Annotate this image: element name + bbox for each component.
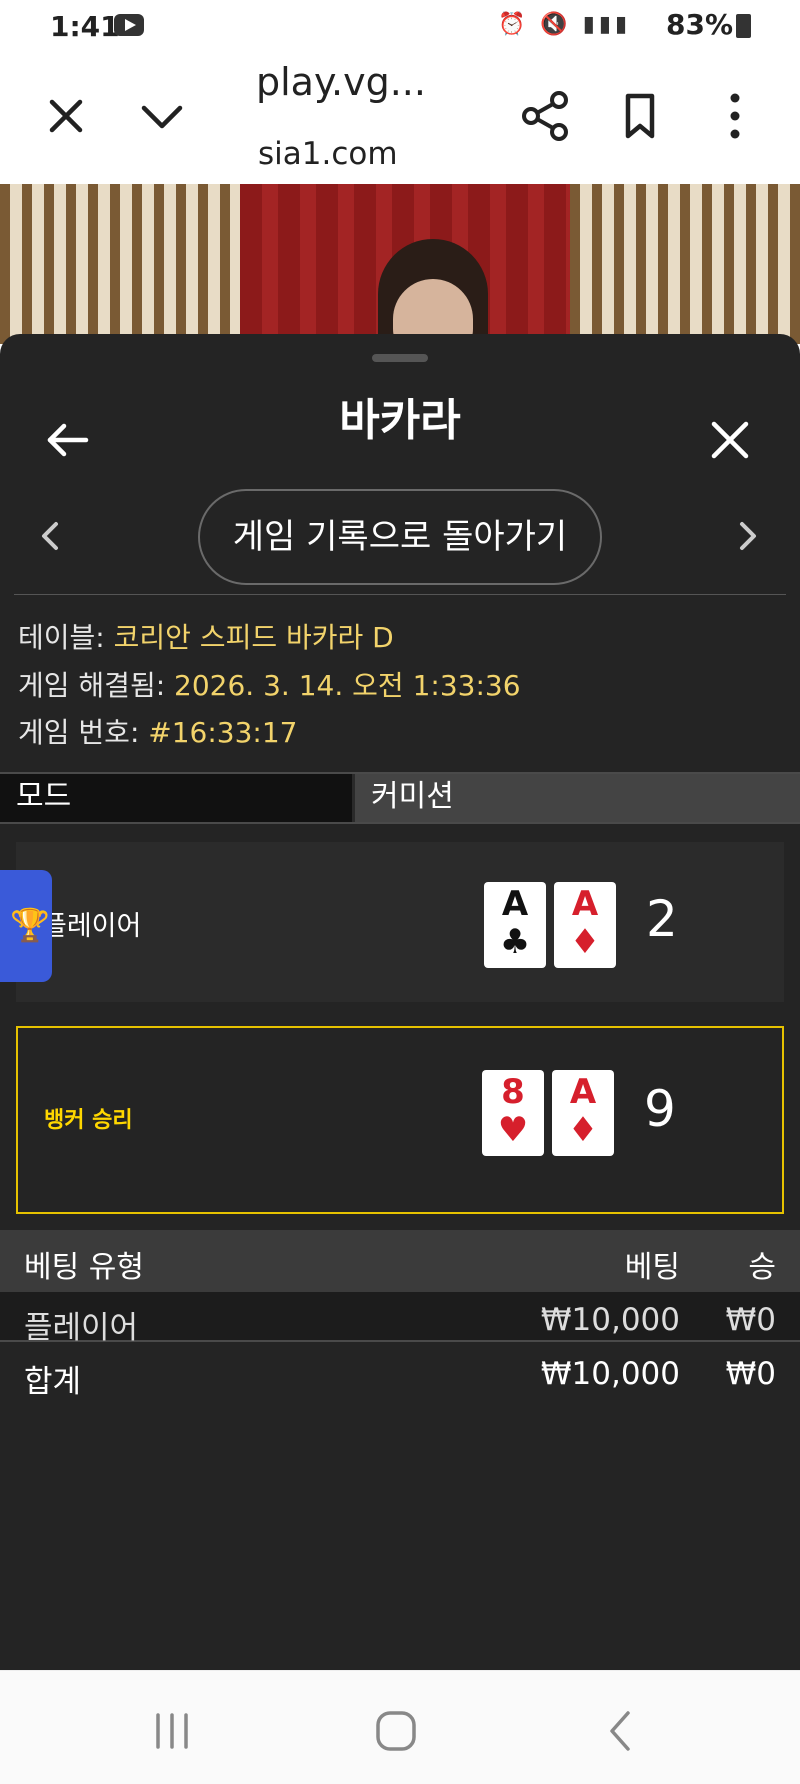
page-title: play.vg...	[256, 60, 426, 104]
bookmark-icon[interactable]	[610, 86, 670, 146]
wall-decoration-left	[0, 184, 240, 344]
resolved-info: 게임 해결됨: 2026. 3. 14. 오전 1:33:36	[18, 664, 521, 704]
player-card-1: A ♣	[484, 882, 546, 968]
banker-card-2: A ♦	[552, 1070, 614, 1156]
battery-percent: 83%	[666, 8, 734, 41]
live-video	[0, 184, 800, 344]
diamond-suit-icon: ♦	[569, 922, 601, 962]
bets-table-header: 베팅 유형 베팅 승	[0, 1230, 800, 1292]
total-row: 합계 ₩10,000 ₩0	[0, 1346, 800, 1400]
total-label: 합계	[24, 1364, 82, 1400]
total-bet: ₩10,000	[540, 1356, 680, 1392]
tab-commission[interactable]: 커미션	[352, 774, 800, 822]
win-amount: ₩0	[725, 1302, 776, 1338]
recent-apps-icon[interactable]	[142, 1701, 202, 1761]
page-url[interactable]: sia1.com	[258, 136, 398, 172]
trophy-floating-button[interactable]: 🏆	[0, 870, 52, 982]
game-detail-panel: 바카라 게임 기록으로 돌아가기 테이블: 코리안 스피드 바카라 D 게임 해…	[0, 334, 800, 1670]
player-result-row: 플레이어 A ♣ A ♦ 2	[16, 842, 784, 1002]
back-icon[interactable]	[590, 1701, 650, 1761]
back-to-history-button[interactable]: 게임 기록으로 돌아가기	[198, 489, 602, 585]
drag-handle[interactable]	[372, 354, 428, 362]
status-time: 1:41	[50, 10, 120, 43]
table-value: 코리안 스피드 바카라 D	[113, 621, 394, 654]
battery-icon	[736, 14, 751, 38]
card-rank: A	[501, 884, 529, 924]
share-icon[interactable]	[515, 86, 575, 146]
next-game-icon[interactable]	[718, 506, 778, 566]
close-icon[interactable]	[36, 86, 96, 146]
player-label: 플레이어	[42, 911, 142, 942]
screen: 1:41 ⏰ 🔇 ▮▮▮ 83% play.vg... sia1.com 바카라…	[0, 0, 800, 1784]
bet-amount: ₩10,000	[540, 1302, 680, 1338]
banker-score: 9	[644, 1080, 676, 1138]
heart-suit-icon: ♥	[497, 1110, 529, 1150]
player-card-2: A ♦	[554, 882, 616, 968]
game-number-label: 게임 번호:	[18, 716, 140, 749]
club-suit-icon: ♣	[499, 922, 531, 962]
header-bet: 베팅	[624, 1250, 680, 1285]
wall-decoration-right	[570, 184, 800, 344]
card-rank: A	[571, 884, 599, 924]
card-rank: A	[569, 1072, 597, 1112]
total-win: ₩0	[725, 1356, 776, 1392]
panel-title: 바카라	[339, 395, 461, 446]
status-bar: 1:41 ⏰ 🔇 ▮▮▮ 83%	[0, 0, 800, 52]
banker-card-1: 8 ♥	[482, 1070, 544, 1156]
close-panel-icon[interactable]	[700, 410, 760, 470]
table-info: 테이블: 코리안 스피드 바카라 D	[18, 616, 394, 656]
mode-tabs: 모드 커미션	[0, 772, 800, 824]
player-score: 2	[646, 890, 678, 948]
tab-mode[interactable]: 모드	[0, 774, 352, 822]
system-nav-bar	[0, 1670, 800, 1784]
divider	[14, 594, 786, 595]
status-icons: ⏰ 🔇 ▮▮▮	[498, 12, 632, 37]
game-number-info: 게임 번호: #16:33:17	[18, 711, 298, 751]
game-number-value: #16:33:17	[148, 716, 298, 749]
resolved-label: 게임 해결됨:	[18, 669, 166, 702]
prev-game-icon[interactable]	[20, 506, 80, 566]
browser-toolbar: play.vg... sia1.com	[0, 52, 800, 184]
banker-result-row: 뱅커 승리 8 ♥ A ♦ 9	[16, 1026, 784, 1214]
resolved-value: 2026. 3. 14. 오전 1:33:36	[174, 669, 521, 702]
home-icon[interactable]	[366, 1701, 426, 1761]
card-rank: 8	[501, 1072, 525, 1112]
table-row: 플레이어 ₩10,000 ₩0	[0, 1292, 800, 1346]
table-label: 테이블:	[18, 621, 105, 654]
youtube-icon	[114, 14, 144, 36]
bet-type: 플레이어	[24, 1310, 139, 1346]
more-options-icon[interactable]	[705, 86, 765, 146]
header-bet-type: 베팅 유형	[24, 1250, 144, 1285]
banker-win-label: 뱅커 승리	[44, 1108, 133, 1133]
diamond-suit-icon: ♦	[567, 1110, 599, 1150]
header-win: 승	[748, 1250, 776, 1285]
chevron-down-icon[interactable]	[132, 86, 192, 146]
trophy-icon: 🏆	[10, 906, 50, 944]
